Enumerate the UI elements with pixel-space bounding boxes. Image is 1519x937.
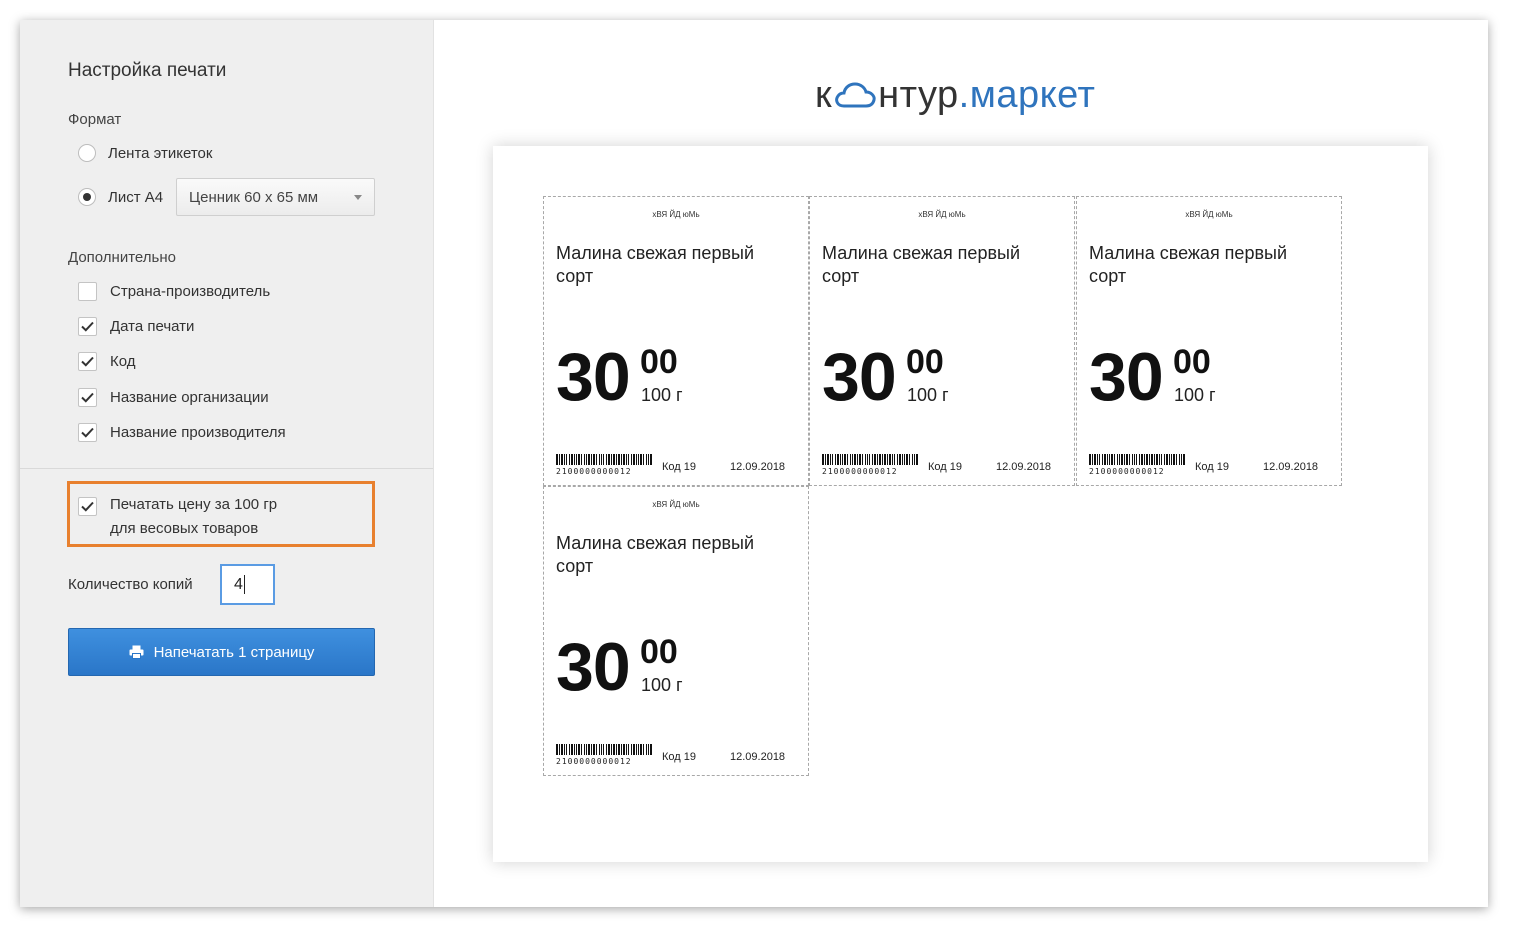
- weight-price-line1: Печатать цену за 100 гр: [110, 496, 278, 513]
- barcode-icon: [556, 744, 652, 755]
- tag-unit: 100 г: [907, 385, 949, 405]
- tag-price-kop: 00: [906, 343, 944, 381]
- tag-barcode-number: 2100000000012: [556, 467, 632, 476]
- format-option-a4-label: Лист А4: [108, 188, 164, 206]
- option-manufacturer-label: Название производителя: [110, 424, 286, 441]
- additional-section-label: Дополнительно: [68, 249, 176, 266]
- tag-price-rub: 30: [822, 339, 897, 415]
- price-tag: хВЯ ЙД юМь Малина свежая первый сорт 30 …: [543, 486, 809, 776]
- tag-org-name: хВЯ ЙД юМь: [652, 500, 700, 509]
- sidebar-divider: [20, 468, 433, 469]
- tag-barcode-number: 2100000000012: [556, 757, 632, 766]
- option-org-name-label: Название организации: [110, 389, 269, 406]
- tag-code: Код 19: [1195, 461, 1229, 473]
- checkbox-weight-price[interactable]: [78, 497, 97, 516]
- tag-date: 12.09.2018: [730, 461, 786, 473]
- weight-price-line2: для весовых товаров: [110, 520, 259, 537]
- settings-title: Настройка печати: [68, 60, 227, 81]
- tag-product-name: Малина свежая первый сорт: [556, 243, 755, 286]
- checkbox-code[interactable]: [78, 352, 97, 371]
- tag-price-rub: 30: [556, 339, 631, 415]
- print-settings-window: Настройка печати Формат Лента этикеток Л…: [20, 20, 1488, 907]
- chevron-down-icon: [354, 195, 362, 200]
- checkbox-manufacturer[interactable]: [78, 423, 97, 442]
- printer-icon: [129, 645, 144, 659]
- settings-sidebar: Настройка печати Формат Лента этикеток Л…: [20, 20, 434, 907]
- option-weight-price[interactable]: Печатать цену за 100 гр для весовых това…: [78, 496, 277, 541]
- barcode-icon: [822, 454, 918, 465]
- tag-code: Код 19: [928, 461, 962, 473]
- option-country-label: Страна-производитель: [110, 283, 271, 300]
- checkbox-country[interactable]: [78, 282, 97, 301]
- tag-price-kop: 00: [1173, 343, 1211, 381]
- option-code[interactable]: Код: [78, 352, 136, 371]
- radio-a4[interactable]: [78, 188, 96, 206]
- tag-org-name: хВЯ ЙД юМь: [652, 210, 700, 219]
- tag-price-rub: 30: [556, 629, 631, 705]
- price-tag: хВЯ ЙД юМь Малина свежая первый сорт 30 …: [1076, 196, 1342, 486]
- option-country[interactable]: Страна-производитель: [78, 282, 270, 301]
- barcode-icon: [1089, 454, 1185, 465]
- format-option-tape-label: Лента этикеток: [108, 144, 213, 162]
- option-print-date-label: Дата печати: [110, 318, 195, 335]
- option-code-label: Код: [110, 353, 136, 370]
- tag-barcode-number: 2100000000012: [1089, 467, 1165, 476]
- price-tag: хВЯ ЙД юМь Малина свежая первый сорт 30 …: [809, 196, 1075, 486]
- option-org-name[interactable]: Название организации: [78, 388, 269, 407]
- print-button-label: Напечатать 1 страницу: [153, 643, 315, 661]
- tag-unit: 100 г: [641, 675, 683, 695]
- print-preview-sheet: хВЯ ЙД юМь Малина свежая первый сорт 30 …: [493, 146, 1428, 862]
- copies-input[interactable]: 4: [220, 564, 275, 605]
- template-select[interactable]: Ценник 60 х 65 мм: [176, 178, 375, 216]
- copies-label: Количество копий: [68, 576, 193, 593]
- radio-tape[interactable]: [78, 144, 96, 162]
- logo-text-market: .маркет: [958, 73, 1096, 116]
- format-option-a4[interactable]: Лист А4: [78, 188, 163, 206]
- checkbox-org-name[interactable]: [78, 388, 97, 407]
- barcode-icon: [556, 454, 652, 465]
- tag-date: 12.09.2018: [730, 751, 786, 763]
- tag-price-rub: 30: [1089, 339, 1164, 415]
- option-weight-price-label: Печатать цену за 100 гр для весовых това…: [110, 493, 277, 541]
- price-tag: хВЯ ЙД юМь Малина свежая первый сорт 30 …: [543, 196, 809, 486]
- print-button[interactable]: Напечатать 1 страницу: [68, 628, 375, 676]
- logo-text-k: к: [815, 73, 833, 116]
- format-option-tape[interactable]: Лента этикеток: [78, 144, 212, 162]
- logo-text-ntur: нтур: [878, 73, 959, 116]
- tag-date: 12.09.2018: [1263, 461, 1319, 473]
- cloud-icon: [835, 82, 876, 108]
- tag-barcode-number: 2100000000012: [822, 467, 898, 476]
- tag-org-name: хВЯ ЙД юМь: [918, 210, 966, 219]
- template-select-value: Ценник 60 х 65 мм: [189, 188, 319, 206]
- tag-unit: 100 г: [641, 385, 683, 405]
- tag-product-name: Малина свежая первый сорт: [1089, 243, 1288, 286]
- tag-org-name: хВЯ ЙД юМь: [1185, 210, 1233, 219]
- tag-price-kop: 00: [640, 343, 678, 381]
- tag-product-name: Малина свежая первый сорт: [556, 533, 755, 576]
- tag-date: 12.09.2018: [996, 461, 1052, 473]
- tag-unit: 100 г: [1174, 385, 1216, 405]
- tag-price-kop: 00: [640, 633, 678, 671]
- option-manufacturer[interactable]: Название производителя: [78, 423, 286, 442]
- tag-product-name: Малина свежая первый сорт: [822, 243, 1021, 286]
- tag-code: Код 19: [662, 751, 696, 763]
- option-print-date[interactable]: Дата печати: [78, 317, 194, 336]
- tag-code: Код 19: [662, 461, 696, 473]
- kontur-market-logo: к нтур .маркет: [815, 72, 1095, 118]
- checkbox-print-date[interactable]: [78, 317, 97, 336]
- format-section-label: Формат: [68, 111, 122, 128]
